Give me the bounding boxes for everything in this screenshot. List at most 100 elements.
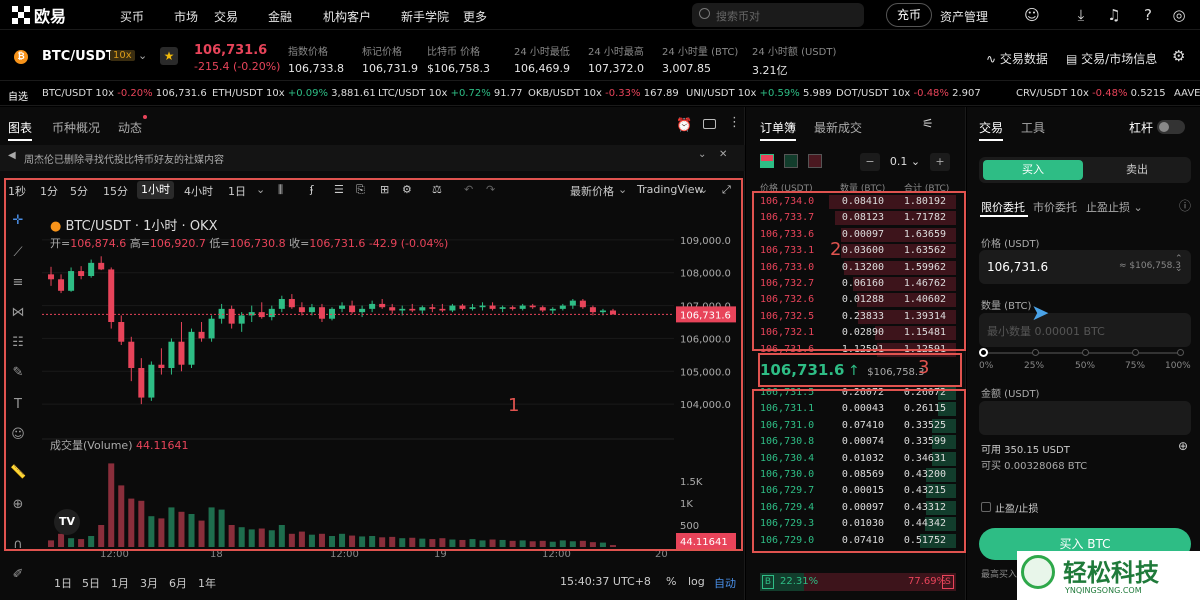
text-tool-icon[interactable]: T xyxy=(10,397,26,413)
nav-item-buy-crypto[interactable]: 买币 xyxy=(120,8,144,25)
sell-tab-button[interactable]: 卖出 xyxy=(1087,160,1187,180)
watchlist-item[interactable]: DOT/USDT 10x -0.48% 2.907 xyxy=(836,88,981,99)
indicators-icon[interactable]: ʄ xyxy=(310,183,314,196)
brand-logo[interactable]: 欧易 xyxy=(12,5,66,26)
watchlist-item[interactable]: BTC/USDT 10x -0.20% 106,731.6 xyxy=(42,88,207,99)
bids-row[interactable]: 106,731.0 0.07410 0.33525 xyxy=(760,418,956,434)
watchlist-item[interactable]: CRV/USDT 10x -0.48% 0.5215 xyxy=(1016,88,1166,99)
amount-input[interactable] xyxy=(979,401,1191,435)
asks-row[interactable]: 106,732.5 0.23833 1.39314 xyxy=(760,309,956,325)
bids-row[interactable]: 106,729.3 0.01030 0.44342 xyxy=(760,516,956,532)
scale-icon[interactable]: ⚖ xyxy=(432,183,442,196)
chart-settings-icon[interactable]: ⚙ xyxy=(402,183,412,196)
step-select[interactable]: 0.1 ⌄ xyxy=(884,153,926,171)
slider-stop[interactable] xyxy=(1132,349,1139,356)
orderbook-settings-icon[interactable]: ⚟ xyxy=(922,117,934,132)
expand-chevron-icon[interactable]: ⌄ xyxy=(698,149,706,160)
nav-item-academy[interactable]: 新手学院 xyxy=(401,8,449,25)
tf-1m[interactable]: 1分 xyxy=(40,183,58,199)
info-icon[interactable]: ⓘ xyxy=(1179,197,1191,214)
magnet-icon[interactable]: ∩ xyxy=(10,537,26,553)
candlestick-chart[interactable]: 104,000.0105,000.0106,000.0107,000.0108,… xyxy=(42,207,742,559)
percent-toggle[interactable]: % xyxy=(666,575,676,588)
asks-row[interactable]: 106,733.6 0.00097 1.63659 xyxy=(760,227,956,243)
bids-row[interactable]: 106,730.4 0.01032 0.34631 xyxy=(760,451,956,467)
favorite-star-icon[interactable]: ★ xyxy=(160,47,178,65)
list-icon[interactable]: ☰ xyxy=(334,183,344,196)
range-1y[interactable]: 1年 xyxy=(198,575,216,591)
asks-row[interactable]: 106,733.1 0.03600 1.63562 xyxy=(760,243,956,259)
order-type-limit[interactable]: 限价委托 xyxy=(981,199,1025,215)
bids-row[interactable]: 106,729.0 0.07410 0.51752 xyxy=(760,533,956,549)
bids-row[interactable]: 106,731.1 0.00043 0.26115 xyxy=(760,401,956,417)
tf-1s[interactable]: 1秒 xyxy=(8,183,26,199)
step-increase-button[interactable]: + xyxy=(930,153,950,171)
view-asks-icon[interactable] xyxy=(808,154,822,168)
tab-recent-trades[interactable]: 最新成交 xyxy=(814,119,862,136)
pct-label[interactable]: 25% xyxy=(1024,361,1044,371)
nav-item-finance[interactable]: 金融 xyxy=(268,8,292,25)
step-decrease-button[interactable]: − xyxy=(860,153,880,171)
asks-row[interactable]: 106,733.7 0.08123 1.71782 xyxy=(760,210,956,226)
trading-data-link[interactable]: ∿ 交易数据 xyxy=(986,50,1048,67)
nav-item-institutional[interactable]: 机构客户 xyxy=(323,8,371,25)
range-1d[interactable]: 1日 xyxy=(54,575,72,591)
watchlist-item[interactable]: OKB/USDT 10x -0.33% 167.89 xyxy=(528,88,679,99)
tpsl-checkbox[interactable] xyxy=(981,502,991,512)
tradingview-logo[interactable]: TV xyxy=(54,509,80,535)
tab-tools[interactable]: 工具 xyxy=(1021,119,1045,136)
view-both-icon[interactable] xyxy=(760,154,774,168)
screenshot-icon[interactable]: ⎘ xyxy=(356,183,365,197)
slider-stop[interactable] xyxy=(1032,349,1039,356)
settings-gear-icon[interactable]: ⚙ xyxy=(1172,47,1185,65)
tab-trade[interactable]: 交易 xyxy=(979,119,1004,141)
pencil-lock-icon[interactable]: ✐ xyxy=(10,567,26,583)
tf-chevron-icon[interactable]: ⌄ xyxy=(256,183,265,196)
layout-icon[interactable] xyxy=(703,119,716,129)
tab-coin-overview[interactable]: 币种概况 xyxy=(52,119,100,136)
asks-row[interactable]: 106,732.7 0.06160 1.46762 xyxy=(760,276,956,292)
tab-news[interactable]: 动态 xyxy=(118,119,142,136)
pct-label[interactable]: 75% xyxy=(1125,361,1145,371)
asks-row[interactable]: 106,734.0 0.08410 1.80192 xyxy=(760,194,956,210)
asset-management-menu[interactable]: 资产管理 xyxy=(940,8,988,25)
bids-row[interactable]: 106,729.7 0.00015 0.43215 xyxy=(760,483,956,499)
pair-selector[interactable]: BTC/USDT xyxy=(42,49,115,64)
user-icon[interactable]: ☺ xyxy=(1023,6,1041,24)
price-stepper-icon[interactable]: ⌃ ⌄ xyxy=(1175,254,1183,274)
undo-icon[interactable]: ↶ xyxy=(464,183,473,196)
horizontal-lines-icon[interactable]: ≡ xyxy=(10,275,26,291)
view-select[interactable]: TradingView xyxy=(637,183,703,196)
range-5d[interactable]: 5日 xyxy=(82,575,100,591)
market-info-link[interactable]: ▤ 交易/市场信息 xyxy=(1066,50,1157,67)
search-input[interactable]: 搜索币对 xyxy=(692,3,864,27)
bids-row[interactable]: 106,731.5 0.26072 0.26072 xyxy=(760,385,956,401)
leverage-toggle[interactable] xyxy=(1157,120,1185,134)
view-chevron-icon[interactable]: ⌄ xyxy=(699,183,708,196)
template-icon[interactable]: ⊞ xyxy=(380,183,389,196)
pct-label[interactable]: 0% xyxy=(979,361,993,371)
redo-icon[interactable]: ↷ xyxy=(486,183,495,196)
range-1m[interactable]: 1月 xyxy=(111,575,129,591)
slider-stop[interactable] xyxy=(1082,349,1089,356)
tf-5m[interactable]: 5分 xyxy=(70,183,88,199)
mid-price-row[interactable]: 106,731.6 ↑ $106,758.3 xyxy=(760,361,924,379)
price-type-select[interactable]: 最新价格 xyxy=(570,183,614,199)
notice-banner[interactable]: ◀ 周杰伦已删除寻找代投比特币好友的社媒内容 ⌄ ✕ xyxy=(0,145,745,171)
close-icon[interactable]: ✕ xyxy=(719,149,727,160)
auto-toggle[interactable]: 自动 xyxy=(714,575,736,591)
buy-tab-button[interactable]: 买入 xyxy=(983,160,1083,180)
zoom-icon[interactable]: ⊕ xyxy=(10,497,26,513)
chevron-down-icon[interactable]: ⌄ xyxy=(138,49,147,62)
asks-row[interactable]: 106,731.6 1.12591 1.12591 xyxy=(760,342,956,358)
trendline-icon[interactable]: ⟋ xyxy=(10,245,26,261)
asks-row[interactable]: 106,733.0 0.13200 1.59962 xyxy=(760,260,956,276)
tf-4h[interactable]: 4小时 xyxy=(184,183,213,199)
bell-icon[interactable]: ♫ xyxy=(1105,6,1123,24)
log-toggle[interactable]: log xyxy=(688,575,705,588)
tab-orderbook[interactable]: 订单簿 xyxy=(760,119,797,141)
watchlist-item[interactable]: LTC/USDT 10x +0.72% 91.77 xyxy=(378,88,523,99)
nav-item-more[interactable]: 更多 xyxy=(463,8,487,25)
range-6m[interactable]: 6月 xyxy=(169,575,187,591)
tf-1h[interactable]: 1小时 xyxy=(137,181,174,199)
